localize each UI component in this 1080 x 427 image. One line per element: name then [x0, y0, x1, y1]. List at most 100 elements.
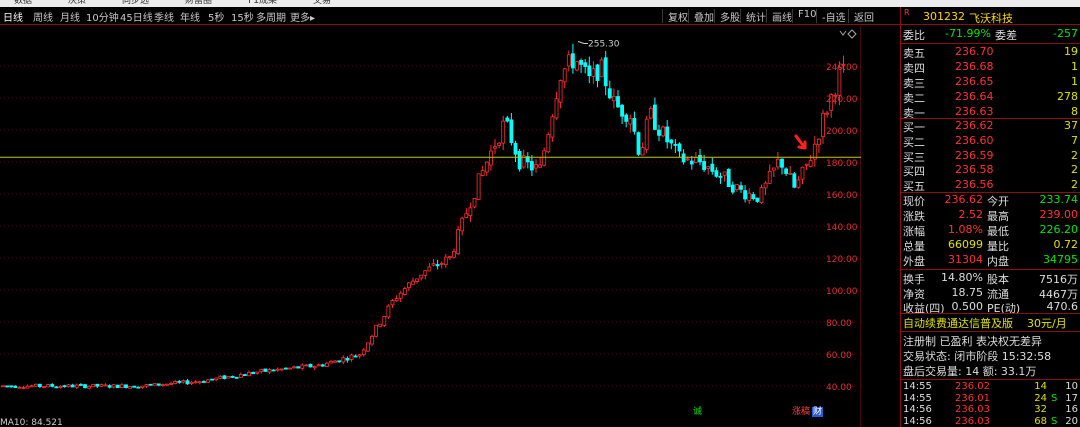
- stat-value: 14.80%: [941, 271, 983, 284]
- f10-button[interactable]: F10: [792, 9, 816, 23]
- price-tick-label: 60.00: [826, 351, 852, 361]
- candle-body: [337, 360, 342, 363]
- chart-tag[interactable]: 诚: [692, 407, 703, 417]
- candle-body: [501, 120, 506, 144]
- candle-body: [91, 383, 96, 388]
- candle-body: [780, 158, 784, 168]
- candle-body: [271, 369, 276, 372]
- tick-price: 236.02: [955, 381, 990, 392]
- stock-code[interactable]: 301232: [923, 10, 965, 23]
- candle-body: [714, 170, 719, 177]
- ask-price: 236.68: [955, 60, 994, 73]
- restore-rights-button[interactable]: 复权: [662, 9, 688, 24]
- draw-line-button[interactable]: 画线: [766, 9, 792, 24]
- stat-label: 现价: [903, 195, 925, 208]
- menu-item[interactable]: 交易: [313, 0, 331, 6]
- candle-body: [689, 160, 694, 165]
- candle-body: [345, 358, 350, 361]
- tick-time: 14:55: [903, 381, 932, 392]
- candle-body: [607, 88, 612, 99]
- candle-body: [788, 172, 793, 175]
- candle-body: [242, 374, 247, 376]
- price-tick-label: 180.00: [826, 159, 858, 169]
- ask-level-row[interactable]: 卖五 236.70 19: [901, 45, 1080, 60]
- stat-label: 涨幅: [903, 225, 925, 238]
- menu-item[interactable]: 数据: [14, 0, 32, 6]
- bid-price: 236.58: [955, 163, 994, 177]
- period-multi-tab[interactable]: 多周期: [256, 9, 286, 24]
- period-5s-tab[interactable]: 5秒: [208, 9, 224, 24]
- bid-level-row[interactable]: 买三 236.59 2: [901, 149, 1080, 164]
- bid-level-row[interactable]: 买五 236.56 2: [901, 178, 1080, 193]
- candle-body: [120, 384, 124, 389]
- candle-body: [435, 264, 440, 267]
- period-15s-tab[interactable]: 15秒: [231, 9, 254, 24]
- ask-level-row[interactable]: 卖二 236.64 278: [901, 90, 1080, 105]
- candle-body: [304, 364, 309, 367]
- bid-price: 236.60: [955, 133, 994, 147]
- candle-body: [558, 80, 563, 103]
- period-week-tab[interactable]: 周线: [33, 9, 53, 24]
- chart-tag[interactable]: 涨稿: [791, 407, 811, 417]
- period-month-tab[interactable]: 月线: [60, 9, 80, 24]
- menu-item[interactable]: 财富圈: [185, 0, 212, 6]
- multi-stock-button[interactable]: 多股: [714, 9, 740, 24]
- bid-level-row[interactable]: 买二 236.60 7: [901, 134, 1080, 149]
- candlestick-chart[interactable]: 40.00 60.00 80.00 100.00 120.00 140.00 160.00 1…: [0, 26, 861, 427]
- period-10min-tab[interactable]: 10分钟: [86, 9, 119, 24]
- menu-item[interactable]: F1成果: [248, 0, 277, 6]
- candle-body: [144, 384, 149, 387]
- promo-banner[interactable]: 自动续费通达信普及版 30元/月: [901, 315, 1080, 330]
- diamond-icon: [847, 29, 857, 39]
- candle-body: [300, 364, 305, 369]
- candle-body: [616, 96, 620, 108]
- price-tick-label: 220.00: [826, 95, 858, 105]
- add-watchlist-button[interactable]: -自选: [816, 9, 846, 24]
- menu-item[interactable]: 同步选: [122, 0, 149, 6]
- ma10-indicator: MA10: 84.521: [0, 418, 63, 427]
- price-tick-label: 240.00: [826, 63, 858, 73]
- promo-price[interactable]: 30元/月: [1027, 315, 1067, 331]
- candle-body: [156, 383, 161, 386]
- candle-body: [472, 197, 477, 208]
- candle-body: [50, 384, 55, 387]
- bid-label: 买一: [903, 121, 925, 134]
- period-more-tab[interactable]: 更多▸: [290, 9, 315, 24]
- candle-body: [29, 385, 34, 388]
- ask-level-row[interactable]: 卖四 236.68 1: [901, 60, 1080, 75]
- candle-body: [677, 143, 682, 152]
- candle-body: [296, 366, 301, 369]
- overlay-button[interactable]: 叠加: [688, 9, 714, 24]
- candle-body: [648, 107, 653, 119]
- candle-body: [632, 117, 637, 132]
- back-button[interactable]: 返回: [848, 9, 874, 24]
- stat-value: 66099: [948, 238, 983, 251]
- bid-level-row[interactable]: 买四 236.58 2: [901, 163, 1080, 178]
- period-45day-tab[interactable]: 45日线: [120, 9, 153, 24]
- stock-name[interactable]: 飞沃科技: [969, 10, 1013, 26]
- period-quarter-tab[interactable]: 季线: [154, 9, 174, 24]
- candle-body: [763, 182, 768, 189]
- candle-body: [800, 166, 805, 180]
- price-tick-label: 160.00: [826, 191, 858, 201]
- candle-body: [21, 387, 26, 390]
- candle-body: [333, 360, 338, 363]
- ask-price: 236.70: [955, 45, 994, 58]
- candle-body: [83, 384, 87, 389]
- candle-body: [1, 385, 5, 388]
- period-year-tab[interactable]: 年线: [180, 9, 200, 24]
- period-day-tab[interactable]: 日线: [3, 9, 23, 24]
- promo-text[interactable]: 自动续费通达信普及版: [903, 315, 1013, 331]
- menu-item[interactable]: 决策: [68, 0, 86, 6]
- candle-body: [710, 163, 715, 172]
- candle-body: [247, 371, 251, 377]
- candle-body: [767, 170, 772, 184]
- candle-body: [214, 377, 219, 381]
- candle-body: [341, 357, 346, 363]
- statistics-button[interactable]: 统计: [740, 9, 766, 24]
- chart-tag[interactable]: 财: [812, 407, 824, 417]
- ask-level-row[interactable]: 卖三 236.65 1: [901, 75, 1080, 90]
- chart-corner-icons[interactable]: [838, 28, 860, 40]
- candle-body: [517, 151, 522, 170]
- bid-level-row[interactable]: 买一 236.62 37: [901, 119, 1080, 134]
